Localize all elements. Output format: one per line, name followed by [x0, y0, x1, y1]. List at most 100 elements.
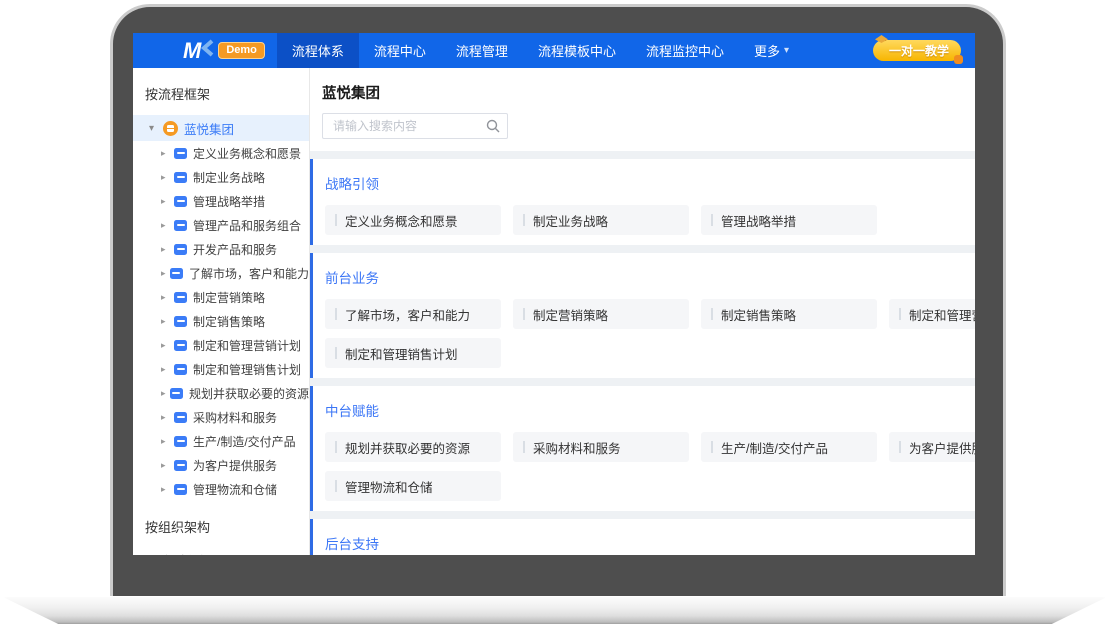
- tree-item[interactable]: ▸ 了解市场，客户和能力: [133, 261, 309, 285]
- folder-icon: [174, 220, 187, 231]
- chevron-expanded-icon[interactable]: ▾: [149, 555, 163, 556]
- chevron-collapsed-icon[interactable]: ▸: [161, 364, 174, 375]
- app-logo[interactable]: M Demo: [183, 33, 265, 68]
- tree-item-label: 生产/制造/交付产品: [193, 433, 296, 450]
- tree-item-label: 开发产品和服务: [193, 241, 277, 258]
- card-label: 规划并获取必要的资源: [345, 438, 470, 457]
- nav-tab-process-center[interactable]: 流程中心: [359, 33, 441, 68]
- folder-icon: [174, 196, 187, 207]
- process-card[interactable]: 采购材料和服务: [513, 432, 689, 462]
- section-front-office: 前台业务 了解市场，客户和能力 制定营销策略 制定销售策略 制定和管理营销计划 …: [310, 253, 975, 378]
- card-grid: 定义业务概念和愿景 制定业务战略 管理战略举措: [325, 205, 975, 235]
- chevron-collapsed-icon[interactable]: ▸: [161, 484, 174, 495]
- folder-icon: [174, 460, 187, 471]
- folder-icon: [170, 388, 183, 399]
- tree-item[interactable]: ▸ 管理物流和仓储: [133, 477, 309, 501]
- process-card[interactable]: 制定营销策略: [513, 299, 689, 329]
- nav-tab-label: 流程中心: [374, 41, 426, 60]
- app-body: 按流程框架 ▾ 蓝悦集团 ▸ 定义业务概念和愿景 ▸ 制定业务战略: [133, 68, 975, 555]
- chevron-collapsed-icon[interactable]: ▸: [161, 412, 174, 423]
- tree-item-label: 制定销售策略: [193, 313, 265, 330]
- nav-tab-more[interactable]: 更多 ▾: [739, 33, 804, 68]
- teach-badge-label: 一对一教学: [889, 42, 949, 59]
- card-label: 生产/制造/交付产品: [721, 438, 828, 457]
- nav-tab-process-system[interactable]: 流程体系: [277, 33, 359, 68]
- chevron-collapsed-icon[interactable]: ▸: [161, 292, 174, 303]
- process-card[interactable]: 规划并获取必要的资源: [325, 432, 501, 462]
- chevron-collapsed-icon[interactable]: ▸: [161, 340, 174, 351]
- search-input[interactable]: [322, 113, 508, 139]
- page-title: 蓝悦集团: [322, 82, 975, 103]
- folder-icon: [174, 292, 187, 303]
- tree-item[interactable]: ▸ 制定和管理销售计划: [133, 357, 309, 381]
- folder-icon: [174, 148, 187, 159]
- process-card[interactable]: 制定和管理销售计划: [325, 338, 501, 368]
- chevron-collapsed-icon[interactable]: ▸: [161, 436, 174, 447]
- chevron-down-icon: ▾: [784, 45, 789, 56]
- search-box: [322, 113, 508, 139]
- card-label: 制定业务战略: [533, 211, 608, 230]
- tree-item[interactable]: ▸ 规划并获取必要的资源: [133, 381, 309, 405]
- chevron-collapsed-icon[interactable]: ▸: [161, 268, 170, 279]
- nav-tab-process-management[interactable]: 流程管理: [441, 33, 523, 68]
- card-tick: [335, 480, 337, 492]
- card-label: 制定和管理营销计划: [909, 305, 975, 324]
- card-tick: [711, 441, 713, 453]
- tree-item[interactable]: ▸ 管理产品和服务组合: [133, 213, 309, 237]
- tree-item[interactable]: ▸ 采购材料和服务: [133, 405, 309, 429]
- card-label: 管理物流和仓储: [345, 477, 433, 496]
- tree-item[interactable]: ▸ 制定销售策略: [133, 309, 309, 333]
- section-strategy-lead: 战略引领 定义业务概念和愿景 制定业务战略 管理战略举措: [310, 159, 975, 245]
- tree-root-admin-org[interactable]: ▾ 行政组织: [133, 548, 309, 555]
- section-title: 后台支持: [325, 533, 975, 553]
- process-card[interactable]: 制定销售策略: [701, 299, 877, 329]
- badge-accent-dot: [954, 55, 963, 64]
- tree-item[interactable]: ▸ 开发产品和服务: [133, 237, 309, 261]
- card-tick: [711, 308, 713, 320]
- process-card[interactable]: 生产/制造/交付产品: [701, 432, 877, 462]
- tree-item-label: 管理物流和仓储: [193, 481, 277, 498]
- process-card[interactable]: 制定和管理营销计划: [889, 299, 975, 329]
- chevron-collapsed-icon[interactable]: ▸: [161, 388, 170, 399]
- nav-tab-monitor-center[interactable]: 流程监控中心: [631, 33, 739, 68]
- process-card[interactable]: 为客户提供服务: [889, 432, 975, 462]
- card-tick: [523, 441, 525, 453]
- tree-root-lanyue-group[interactable]: ▾ 蓝悦集团: [133, 115, 309, 141]
- sidebar: 按流程框架 ▾ 蓝悦集团 ▸ 定义业务概念和愿景 ▸ 制定业务战略: [133, 68, 310, 555]
- process-card[interactable]: 了解市场，客户和能力: [325, 299, 501, 329]
- nav-tab-label: 更多: [754, 41, 780, 60]
- card-label: 为客户提供服务: [909, 438, 975, 457]
- tree-item[interactable]: ▸ 为客户提供服务: [133, 453, 309, 477]
- card-label: 定义业务概念和愿景: [345, 211, 458, 230]
- section-title: 前台业务: [325, 267, 975, 287]
- process-card[interactable]: 定义业务概念和愿景: [325, 205, 501, 235]
- chevron-collapsed-icon[interactable]: ▸: [161, 244, 174, 255]
- card-tick: [335, 308, 337, 320]
- card-tick: [335, 214, 337, 226]
- chevron-collapsed-icon[interactable]: ▸: [161, 316, 174, 327]
- chevron-collapsed-icon[interactable]: ▸: [161, 220, 174, 231]
- chevron-collapsed-icon[interactable]: ▸: [161, 196, 174, 207]
- section-back-office: 后台支持 管理产品和服务组合 开发产品和服务: [310, 519, 975, 555]
- chevron-collapsed-icon[interactable]: ▸: [161, 172, 174, 183]
- tree-item[interactable]: ▸ 制定和管理营销计划: [133, 333, 309, 357]
- card-label: 了解市场，客户和能力: [345, 305, 470, 324]
- tree-item[interactable]: ▸ 制定业务战略: [133, 165, 309, 189]
- process-card[interactable]: 制定业务战略: [513, 205, 689, 235]
- main-content: 蓝悦集团 战略引领 定义业务概念和愿景 制定业务战略 管理战略举措: [310, 68, 975, 555]
- nav-tab-template-center[interactable]: 流程模板中心: [523, 33, 631, 68]
- one-on-one-teaching-badge[interactable]: 一对一教学: [873, 40, 961, 61]
- chevron-expanded-icon[interactable]: ▾: [149, 123, 163, 134]
- process-card[interactable]: 管理战略举措: [701, 205, 877, 235]
- folder-icon: [174, 436, 187, 447]
- process-card[interactable]: 管理物流和仓储: [325, 471, 501, 501]
- section-title: 中台赋能: [325, 400, 975, 420]
- tree-item[interactable]: ▸ 制定营销策略: [133, 285, 309, 309]
- search-icon[interactable]: [486, 119, 500, 138]
- tree-item[interactable]: ▸ 管理战略举措: [133, 189, 309, 213]
- main-top-bar: 蓝悦集团: [310, 68, 975, 151]
- tree-item[interactable]: ▸ 定义业务概念和愿景: [133, 141, 309, 165]
- tree-item[interactable]: ▸ 生产/制造/交付产品: [133, 429, 309, 453]
- chevron-collapsed-icon[interactable]: ▸: [161, 460, 174, 471]
- chevron-collapsed-icon[interactable]: ▸: [161, 148, 174, 159]
